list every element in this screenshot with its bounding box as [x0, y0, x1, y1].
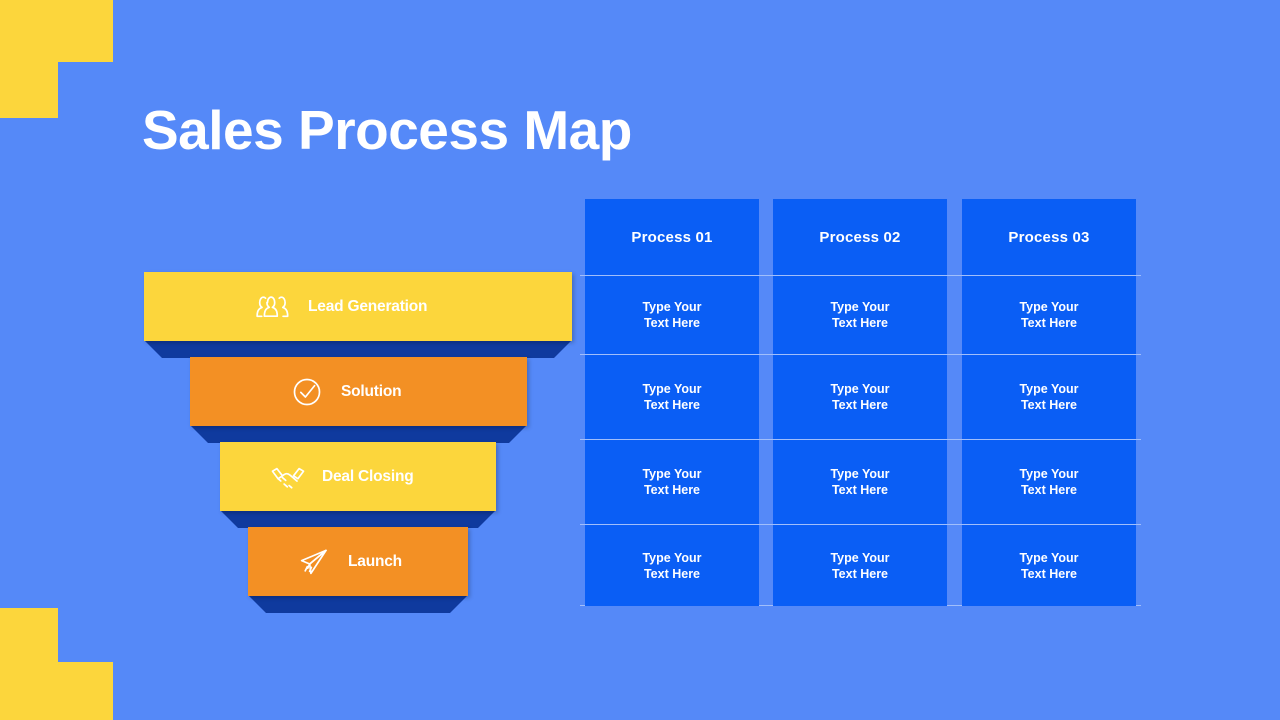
matrix-cell-line2: Text Here: [643, 566, 701, 581]
matrix-cell-line2: Text Here: [831, 316, 889, 330]
matrix-cell-line2: Text Here: [643, 316, 701, 330]
matrix-cell-line2: Text Here: [1020, 483, 1078, 497]
matrix-cell[interactable]: Type Your Text Here: [773, 276, 947, 354]
matrix-column-process-01: Process 01 Type Your Text Here Type Your…: [585, 199, 759, 606]
handshake-icon: [268, 457, 308, 497]
matrix-cell[interactable]: Type Your Text Here: [773, 440, 947, 524]
process-matrix: Process 01 Type Your Text Here Type Your…: [580, 199, 1141, 606]
matrix-header-label: Process 02: [819, 228, 901, 246]
decoration-top-left-wide: [0, 0, 113, 62]
matrix-cell[interactable]: Type Your Text Here: [962, 440, 1136, 524]
stage-bar[interactable]: Launch: [248, 527, 468, 596]
matrix-header-cell[interactable]: Process 03: [962, 199, 1136, 275]
matrix-cell-line1: Type Your: [830, 382, 890, 396]
matrix-cell-line2: Text Here: [831, 566, 889, 581]
matrix-cell-line1: Type Your: [830, 467, 890, 481]
matrix-cell-line1: Type Your: [642, 382, 702, 396]
paper-plane-icon: [294, 542, 334, 582]
stage-bar[interactable]: Solution: [190, 357, 527, 426]
matrix-cell[interactable]: Type Your Text Here: [773, 355, 947, 439]
decoration-bottom-left-narrow: [0, 608, 58, 662]
matrix-cell-line2: Text Here: [643, 483, 701, 497]
matrix-cell-line2: Text Here: [1020, 316, 1078, 330]
matrix-cell[interactable]: Type Your Text Here: [585, 525, 759, 606]
matrix-cell-line1: Type Your: [1019, 467, 1079, 481]
funnel-stage-lead-generation[interactable]: Lead Generation: [144, 272, 572, 358]
users-group-icon: [254, 287, 294, 327]
slide-canvas: Sales Process Map Process 01 Type Your T…: [0, 0, 1280, 720]
matrix-column-process-03: Process 03 Type Your Text Here Type Your…: [962, 199, 1136, 606]
matrix-cell[interactable]: Type Your Text Here: [962, 355, 1136, 439]
matrix-header-cell[interactable]: Process 02: [773, 199, 947, 275]
matrix-cell-line1: Type Your: [1019, 300, 1079, 314]
page-title: Sales Process Map: [142, 99, 632, 161]
matrix-header-label: Process 03: [1008, 228, 1090, 246]
matrix-cell-line2: Text Here: [831, 483, 889, 497]
matrix-cell-line1: Type Your: [830, 300, 890, 314]
matrix-cell[interactable]: Type Your Text Here: [773, 525, 947, 606]
stage-bar[interactable]: Lead Generation: [144, 272, 572, 341]
matrix-cell-line1: Type Your: [642, 467, 702, 481]
decoration-top-left-narrow: [0, 62, 58, 118]
matrix-cell-line2: Text Here: [643, 398, 701, 412]
stage-label: Launch: [348, 552, 402, 570]
matrix-cell-line1: Type Your: [1019, 382, 1079, 396]
matrix-cell[interactable]: Type Your Text Here: [585, 440, 759, 524]
check-circle-icon: [287, 372, 327, 412]
matrix-cell[interactable]: Type Your Text Here: [962, 525, 1136, 606]
matrix-cell-line1: Type Your: [1019, 550, 1079, 565]
matrix-cell-line2: Text Here: [831, 398, 889, 412]
stage-label: Deal Closing: [322, 467, 414, 485]
stage-label: Solution: [341, 382, 402, 400]
stage-bar[interactable]: Deal Closing: [220, 442, 496, 511]
funnel-stage-solution[interactable]: Solution: [190, 357, 527, 443]
stage-label: Lead Generation: [308, 297, 428, 315]
decoration-bottom-left-wide: [0, 662, 113, 720]
matrix-cell[interactable]: Type Your Text Here: [585, 355, 759, 439]
funnel-stage-deal-closing[interactable]: Deal Closing: [220, 442, 496, 528]
matrix-column-process-02: Process 02 Type Your Text Here Type Your…: [773, 199, 947, 606]
matrix-header-cell[interactable]: Process 01: [585, 199, 759, 275]
matrix-cell-line1: Type Your: [642, 300, 702, 314]
funnel-stage-launch[interactable]: Launch: [248, 527, 468, 613]
matrix-cell-line2: Text Here: [1020, 566, 1078, 581]
matrix-cell-line1: Type Your: [642, 550, 702, 565]
matrix-cell-line1: Type Your: [830, 550, 890, 565]
matrix-cell-line2: Text Here: [1020, 398, 1078, 412]
matrix-header-label: Process 01: [631, 228, 713, 246]
matrix-cell[interactable]: Type Your Text Here: [962, 276, 1136, 354]
matrix-cell[interactable]: Type Your Text Here: [585, 276, 759, 354]
